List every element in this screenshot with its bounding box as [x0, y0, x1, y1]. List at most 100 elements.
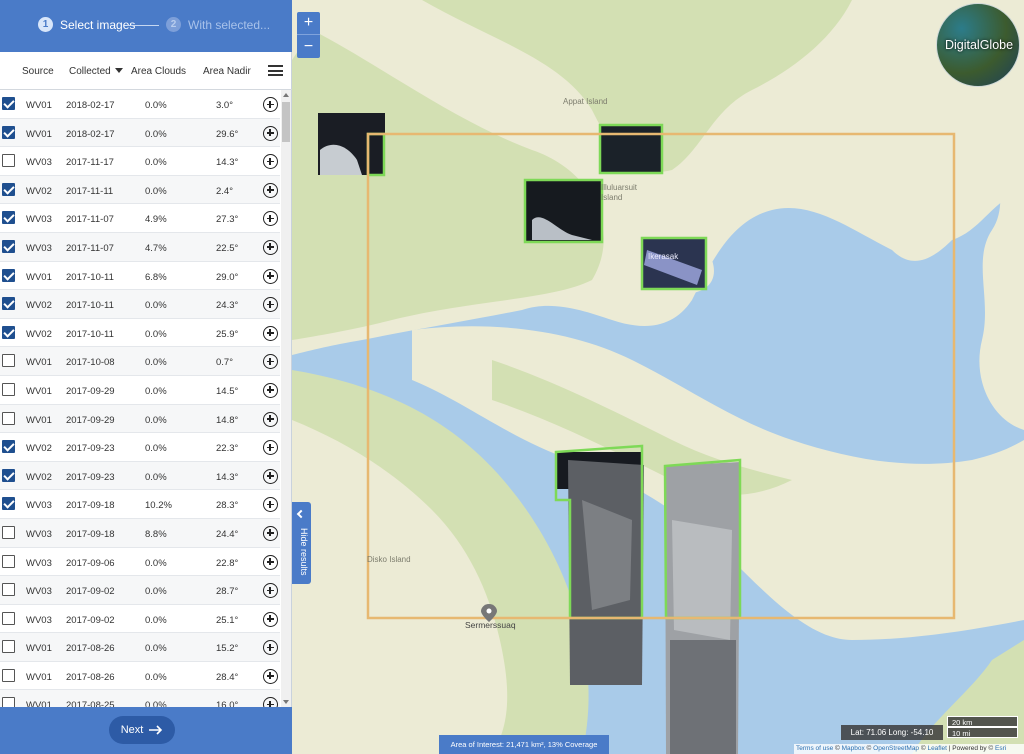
scroll-down-icon[interactable] — [283, 700, 289, 704]
row-checkbox[interactable] — [2, 125, 15, 139]
esri-link[interactable]: Esri — [995, 745, 1006, 752]
table-row[interactable]: WV01 2017-09-29 0.0% 14.8° — [0, 404, 280, 434]
osm-link[interactable]: OpenStreetMap — [873, 745, 919, 752]
table-row[interactable]: WV01 2017-09-29 0.0% 14.5° — [0, 376, 280, 405]
hide-results-tab[interactable]: Hide results — [292, 502, 311, 584]
add-circle-icon[interactable] — [263, 697, 278, 707]
add-circle-icon[interactable] — [263, 354, 278, 370]
add-circle-icon[interactable] — [263, 525, 278, 541]
table-row[interactable]: WV03 2017-11-07 4.7% 22.5° — [0, 232, 280, 262]
table-row[interactable]: WV03 2017-09-06 0.0% 22.8° — [0, 548, 280, 577]
row-checkbox[interactable] — [2, 554, 15, 568]
row-checkbox[interactable] — [2, 611, 15, 625]
cell-source: WV01 — [26, 671, 52, 683]
row-checkbox[interactable] — [2, 440, 15, 454]
table-row[interactable]: WV01 2017-08-25 0.0% 16.0° — [0, 690, 280, 707]
table-row[interactable]: WV02 2017-09-23 0.0% 22.3° — [0, 433, 280, 462]
header-source[interactable]: Source — [22, 66, 54, 77]
scroll-up-icon[interactable] — [283, 93, 289, 97]
mapbox-link[interactable]: Mapbox — [842, 745, 865, 752]
add-circle-icon[interactable] — [263, 125, 278, 141]
results-scrollbar[interactable] — [281, 90, 291, 707]
cell-clouds: 0.0% — [145, 328, 167, 340]
add-circle-icon[interactable] — [263, 268, 278, 284]
add-circle-icon[interactable] — [263, 325, 278, 341]
add-circle-icon[interactable] — [263, 611, 278, 627]
table-row[interactable]: WV01 2018-02-17 0.0% 3.0° — [0, 90, 280, 119]
table-row[interactable]: WV02 2017-09-23 0.0% 14.3° — [0, 461, 280, 491]
terms-link[interactable]: Terms of use — [796, 745, 833, 752]
header-clouds[interactable]: Area Clouds — [131, 66, 186, 77]
add-circle-icon[interactable] — [263, 468, 278, 484]
add-circle-icon[interactable] — [263, 297, 278, 313]
cell-clouds: 0.0% — [145, 128, 167, 140]
cell-clouds: 0.0% — [145, 357, 167, 369]
table-row[interactable]: WV01 2017-10-11 6.8% 29.0° — [0, 262, 280, 291]
row-checkbox[interactable] — [2, 97, 15, 110]
add-circle-icon[interactable] — [263, 554, 278, 570]
scale-km: 20 km — [947, 716, 1018, 727]
cell-nadir: 28.7° — [216, 586, 239, 598]
row-checkbox[interactable] — [2, 668, 15, 682]
zoom-in-button[interactable]: + — [297, 12, 320, 35]
row-checkbox[interactable] — [2, 354, 15, 368]
next-button[interactable]: Next — [109, 716, 175, 744]
header-collected[interactable]: Collected — [69, 66, 123, 77]
row-checkbox[interactable] — [2, 239, 15, 253]
table-row[interactable]: WV03 2017-11-17 0.0% 14.3° — [0, 147, 280, 176]
table-row[interactable]: WV03 2017-09-02 0.0% 25.1° — [0, 605, 280, 634]
add-circle-icon[interactable] — [263, 640, 278, 656]
table-row[interactable]: WV01 2017-08-26 0.0% 28.4° — [0, 662, 280, 691]
add-circle-icon[interactable] — [263, 154, 278, 170]
table-row[interactable]: WV03 2017-09-02 0.0% 28.7° — [0, 576, 280, 605]
row-checkbox[interactable] — [2, 497, 15, 511]
zoom-out-button[interactable]: − — [297, 35, 320, 58]
row-checkbox[interactable] — [2, 268, 15, 282]
table-row[interactable]: WV02 2017-11-11 0.0% 2.4° — [0, 175, 280, 205]
row-checkbox[interactable] — [2, 154, 15, 168]
row-checkbox[interactable] — [2, 411, 15, 425]
row-checkbox[interactable] — [2, 182, 15, 196]
step-label: With selected... — [188, 17, 271, 32]
table-row[interactable]: WV02 2017-10-11 0.0% 24.3° — [0, 290, 280, 319]
add-circle-icon[interactable] — [263, 440, 278, 456]
add-circle-icon[interactable] — [263, 411, 278, 427]
add-circle-icon[interactable] — [263, 497, 278, 513]
row-checkbox[interactable] — [2, 697, 15, 707]
row-checkbox[interactable] — [2, 297, 15, 311]
column-menu-icon[interactable] — [268, 65, 283, 76]
label-disko-island: Disko Island — [367, 555, 411, 564]
table-row[interactable]: WV02 2017-10-11 0.0% 25.9° — [0, 319, 280, 348]
row-checkbox[interactable] — [2, 525, 15, 539]
add-circle-icon[interactable] — [263, 211, 278, 227]
add-circle-icon[interactable] — [263, 182, 278, 198]
row-checkbox[interactable] — [2, 382, 15, 396]
table-row[interactable]: WV03 2017-09-18 10.2% 28.3° — [0, 490, 280, 519]
table-row[interactable]: WV01 2018-02-17 0.0% 29.6° — [0, 118, 280, 148]
leaflet-link[interactable]: Leaflet — [927, 745, 947, 752]
row-checkbox[interactable] — [2, 583, 15, 597]
cell-clouds: 0.0% — [145, 671, 167, 683]
row-checkbox[interactable] — [2, 325, 15, 339]
row-checkbox[interactable] — [2, 468, 15, 482]
table-row[interactable]: WV01 2017-08-26 0.0% 15.2° — [0, 633, 280, 662]
table-row[interactable]: WV03 2017-11-07 4.9% 27.3° — [0, 204, 280, 233]
table-row[interactable]: WV01 2017-10-08 0.0% 0.7° — [0, 347, 280, 376]
add-circle-icon[interactable] — [263, 382, 278, 398]
cell-nadir: 22.8° — [216, 557, 239, 569]
header-nadir[interactable]: Area Nadir — [203, 66, 251, 77]
step-with-selected[interactable]: 2 With selected... — [166, 17, 270, 32]
add-circle-icon[interactable] — [263, 583, 278, 599]
cell-nadir: 14.5° — [216, 385, 239, 397]
add-circle-icon[interactable] — [263, 668, 278, 684]
map-view[interactable]: Appat Island Illuluarsuit Island Ikerasa… — [292, 0, 1024, 754]
step-select-images[interactable]: 1 Select images — [38, 17, 135, 32]
add-circle-icon[interactable] — [263, 97, 278, 112]
cell-source: WV01 — [26, 643, 52, 655]
cell-source: WV01 — [26, 128, 52, 140]
table-row[interactable]: WV03 2017-09-18 8.8% 24.4° — [0, 518, 280, 548]
scroll-thumb[interactable] — [282, 102, 290, 142]
row-checkbox[interactable] — [2, 211, 15, 225]
add-circle-icon[interactable] — [263, 239, 278, 255]
row-checkbox[interactable] — [2, 640, 15, 654]
